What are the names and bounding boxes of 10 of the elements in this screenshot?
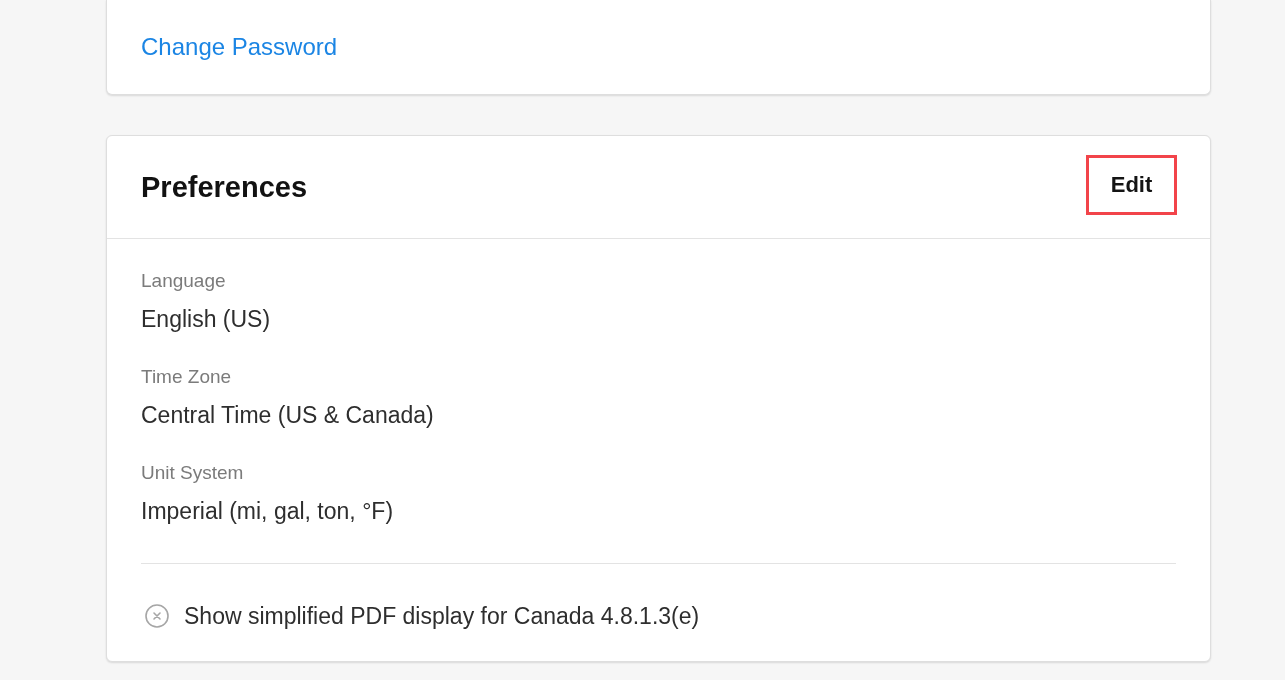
change-password-link[interactable]: Change Password [141,32,338,62]
edit-button[interactable]: Edit [1086,154,1177,215]
field-label: Time Zone [141,365,232,389]
field-label: Unit System [141,461,244,485]
field-value: Central Time (US & Canada) [141,401,434,429]
field-value: Imperial (mi, gal, ton, °F) [141,497,394,525]
option-label: Show simplified PDF display for Canada 4.8.1.3(e) [184,602,700,630]
section-title: Preferences [141,170,308,205]
field-value: English (US) [141,305,271,333]
field-label: Language [141,269,226,293]
